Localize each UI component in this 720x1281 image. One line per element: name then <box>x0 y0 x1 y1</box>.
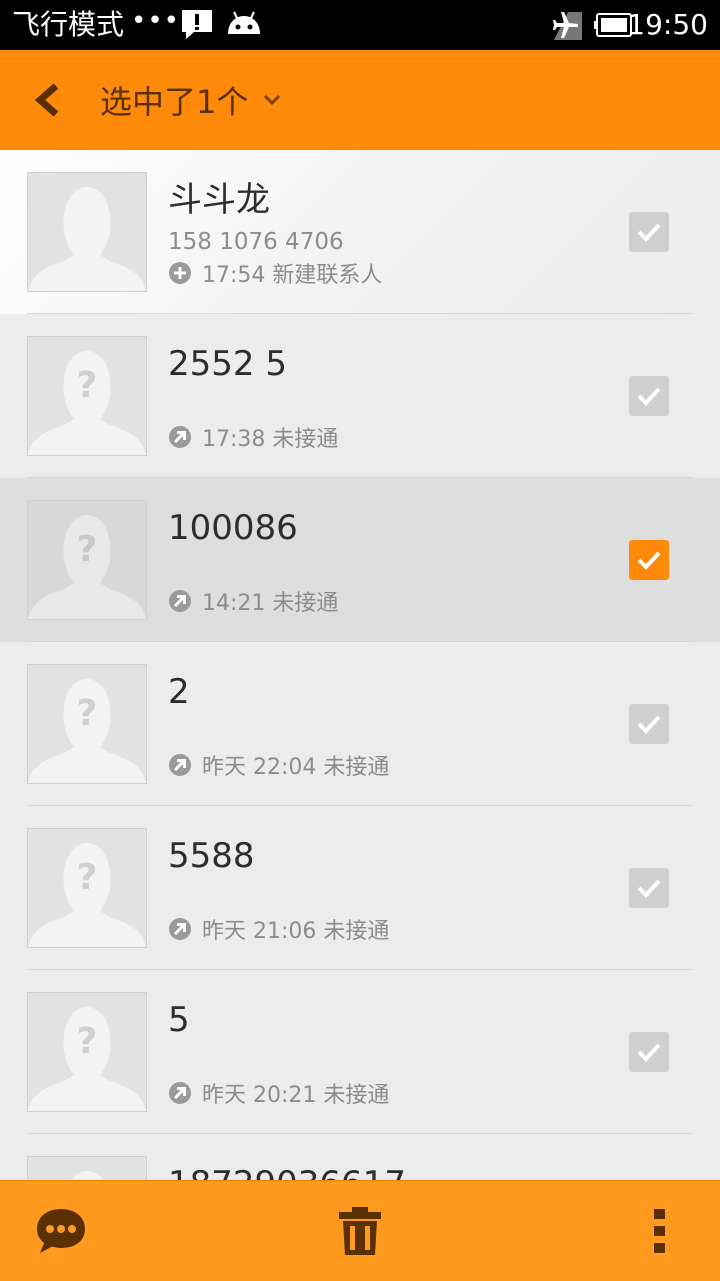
checkmark-icon <box>637 387 661 406</box>
unknown-avatar: ? <box>27 336 147 456</box>
checkmark-icon <box>637 879 661 898</box>
select-checkbox-checked[interactable] <box>629 540 669 580</box>
status-time: 19:50 <box>627 8 708 41</box>
outgoing-call-icon <box>169 754 191 776</box>
call-status: 14:21 未接通 <box>202 591 339 616</box>
checkmark-icon <box>637 715 661 734</box>
phone-number: 158 1076 4706 <box>168 229 344 255</box>
list-item[interactable]: 斗斗龙 158 1076 4706 17:54 新建联系人 <box>0 150 720 314</box>
action-bar: 选中了1个 <box>0 50 720 150</box>
call-status: 昨天 20:21 未接通 <box>202 1083 390 1108</box>
more-button[interactable] <box>630 1201 690 1261</box>
known-contact-avatar <box>27 172 147 292</box>
contact-name: 2552 5 <box>168 344 287 384</box>
unknown-avatar: ? <box>27 664 147 784</box>
unknown-avatar: ? <box>27 1156 147 1180</box>
contact-name: 18729036617 <box>168 1162 406 1180</box>
call-status: 昨天 21:06 未接通 <box>202 919 390 944</box>
select-checkbox[interactable] <box>629 1032 669 1072</box>
trash-icon <box>339 1207 381 1255</box>
android-icon <box>226 8 262 46</box>
contact-name: 100086 <box>168 508 298 548</box>
unknown-avatar: ? <box>27 828 147 948</box>
unknown-avatar: ? <box>27 500 147 620</box>
svg-text:?: ? <box>77 857 98 898</box>
contact-name: 5 <box>168 1000 190 1040</box>
select-checkbox[interactable] <box>629 704 669 744</box>
list-item[interactable]: ? 18729036617 <box>0 1134 720 1180</box>
airplane-mode-label: 飞行模式 <box>12 8 125 41</box>
airplane-mode-icon <box>548 10 582 44</box>
outgoing-call-icon <box>169 426 191 448</box>
select-checkbox[interactable] <box>629 868 669 908</box>
contact-name: 斗斗龙 <box>168 180 270 220</box>
outgoing-call-icon <box>169 918 191 940</box>
outgoing-call-icon <box>169 590 191 612</box>
message-icon <box>37 1209 85 1253</box>
call-status: 17:38 未接通 <box>202 427 339 452</box>
contact-name: 2 <box>168 672 190 712</box>
list-item-selected[interactable]: ? 100086 14:21 未接通 <box>0 478 720 642</box>
outgoing-call-icon <box>169 1082 191 1104</box>
chevron-down-icon <box>264 94 281 106</box>
list-item[interactable]: ? 2552 5 17:38 未接通 <box>0 314 720 478</box>
svg-text:?: ? <box>77 693 98 734</box>
checkmark-icon <box>637 551 661 570</box>
page-title: 选中了1个 <box>100 83 249 121</box>
list-item[interactable]: ? 2 昨天 22:04 未接通 <box>0 642 720 806</box>
svg-text:?: ? <box>77 1021 98 1062</box>
checkmark-icon <box>637 223 661 242</box>
unknown-avatar: ? <box>27 992 147 1112</box>
battery-icon <box>594 13 632 41</box>
status-bar: 飞行模式 ••• 19:50 <box>0 0 720 50</box>
selection-dropdown[interactable]: 选中了1个 <box>100 78 282 122</box>
list-item[interactable]: ? 5 昨天 20:21 未接通 <box>0 970 720 1134</box>
more-vertical-icon <box>654 1209 665 1253</box>
notification-dots: ••• <box>131 6 181 36</box>
svg-text:?: ? <box>77 365 98 406</box>
call-status: 17:54 新建联系人 <box>202 263 383 288</box>
back-arrow-icon <box>34 83 59 117</box>
checkmark-icon <box>637 1043 661 1062</box>
message-button[interactable] <box>31 1201 91 1261</box>
svg-text:?: ? <box>77 529 98 570</box>
call-status: 昨天 22:04 未接通 <box>202 755 390 780</box>
list-item[interactable]: ? 5588 昨天 21:06 未接通 <box>0 806 720 970</box>
alert-icon <box>180 8 214 46</box>
call-log-list[interactable]: 斗斗龙 158 1076 4706 17:54 新建联系人 ? 2552 5 1… <box>0 150 720 1180</box>
back-button[interactable] <box>22 72 78 128</box>
delete-button[interactable] <box>330 1201 390 1261</box>
add-contact-icon <box>169 262 191 284</box>
bottom-action-bar <box>0 1180 720 1281</box>
select-checkbox[interactable] <box>629 376 669 416</box>
select-checkbox[interactable] <box>629 212 669 252</box>
contact-name: 5588 <box>168 836 255 876</box>
